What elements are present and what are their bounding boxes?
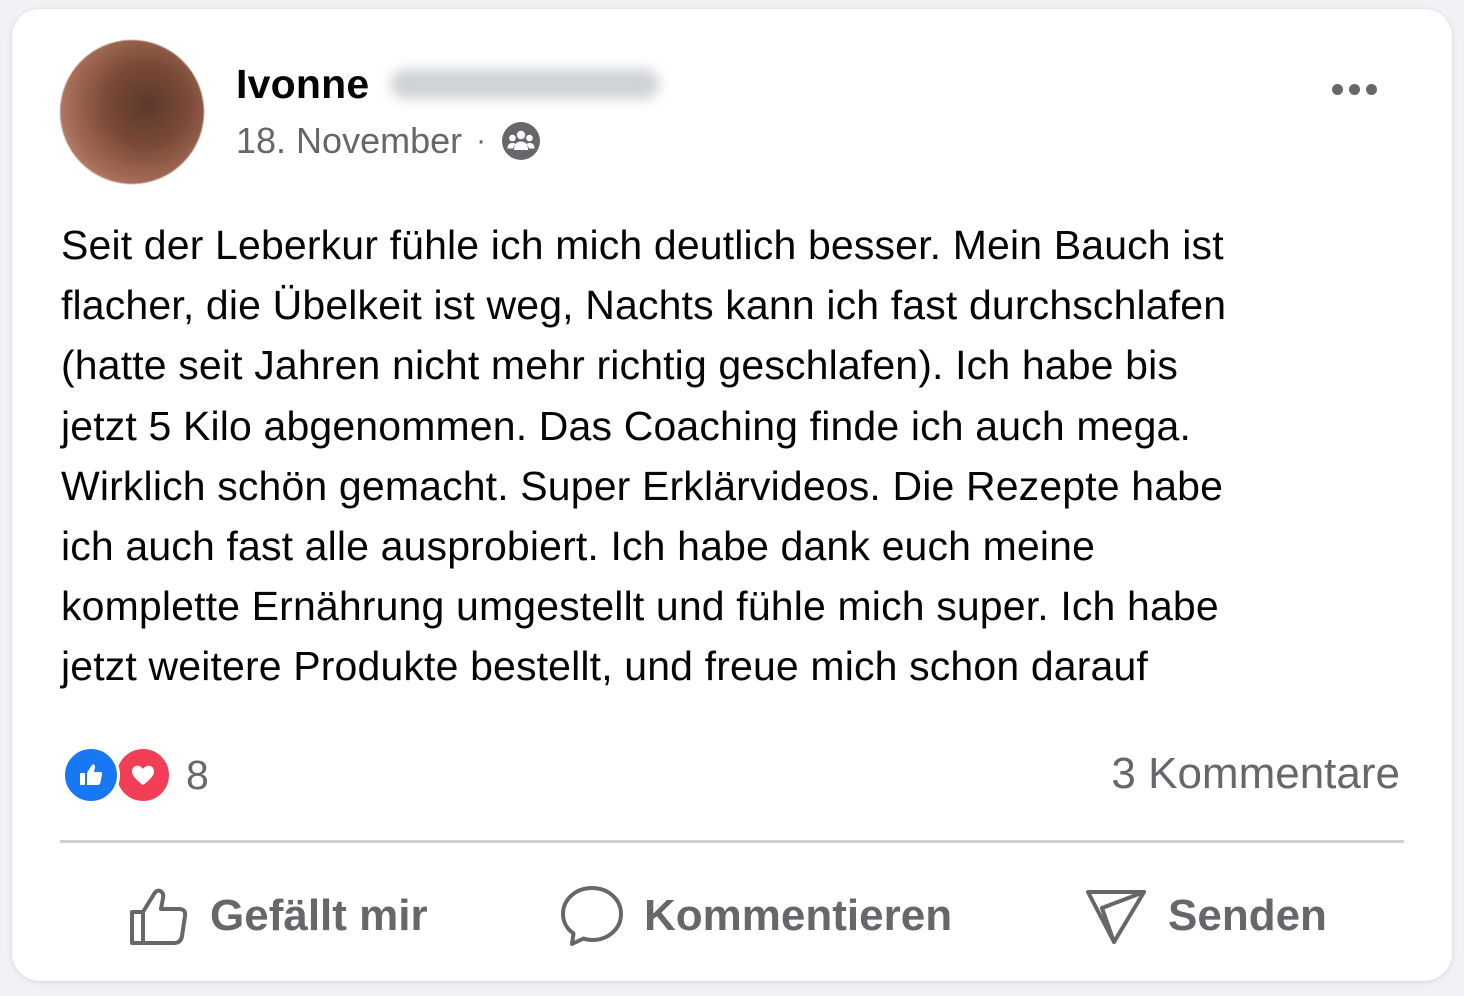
thumbs-up-icon — [130, 888, 188, 945]
divider — [60, 840, 1404, 843]
reactions-summary[interactable]: 8 — [62, 745, 209, 805]
love-icon — [114, 746, 172, 804]
author-row: Ivonne — [236, 59, 660, 109]
send-icon — [1086, 890, 1146, 944]
redacted-surname — [391, 69, 660, 99]
comments-count[interactable]: 3 Kommentare — [1111, 749, 1400, 799]
like-button[interactable]: Gefällt mir — [128, 881, 428, 951]
more-options-icon[interactable] — [1316, 67, 1392, 111]
comment-icon — [561, 886, 623, 946]
like-icon — [62, 746, 120, 804]
send-button[interactable]: Senden — [1084, 881, 1327, 951]
send-label: Senden — [1168, 891, 1327, 940]
post-card: Ivonne 18. November · Seit der Leberkur … — [12, 9, 1452, 981]
post-meta: 18. November · — [236, 119, 542, 163]
avatar[interactable] — [60, 40, 204, 184]
like-label: Gefällt mir — [210, 891, 428, 940]
post-text: Seit der Leberkur fühle ich mich deutlic… — [61, 222, 1227, 690]
reaction-count: 8 — [186, 751, 209, 798]
comment-label: Kommentieren — [644, 891, 953, 940]
meta-separator: · — [476, 124, 487, 157]
comment-button[interactable]: Kommentieren — [560, 881, 952, 951]
group-icon[interactable] — [500, 120, 542, 162]
post-date[interactable]: 18. November — [236, 120, 462, 162]
author-name[interactable]: Ivonne — [236, 61, 369, 108]
